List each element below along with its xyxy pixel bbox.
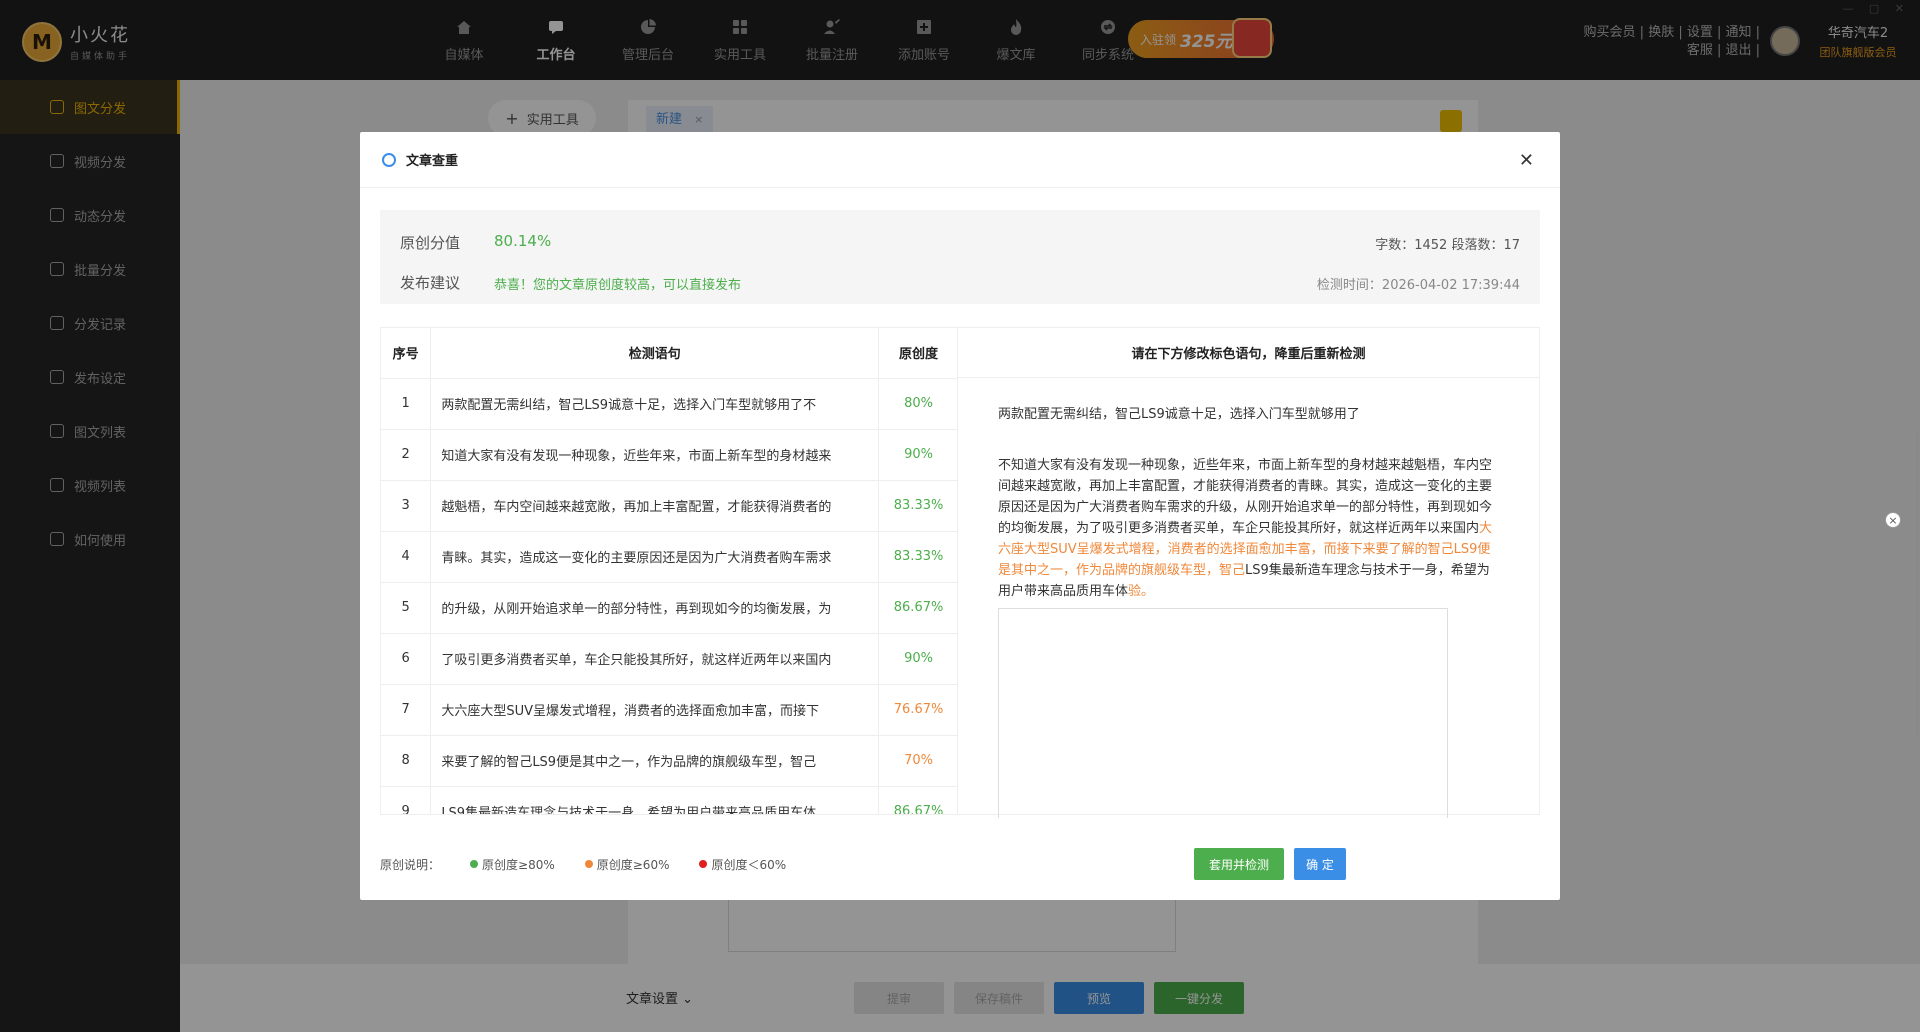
close-icon[interactable]: ✕ [1519, 150, 1534, 171]
check-time: 检测时间：2026-04-02 17:39:44 [1316, 278, 1520, 293]
row-originality: 86.67% [878, 786, 957, 814]
legend-item: 原创度≥80% [470, 856, 555, 873]
row-originality: 83.33% [878, 531, 957, 583]
legend-dot-icon [699, 860, 708, 868]
edit-panel-header: 请在下方修改标色语句，降重后重新检测 [958, 328, 1539, 378]
row-originality: 90% [878, 633, 957, 685]
row-originality: 70% [878, 735, 957, 787]
edit-text-normal: 不知道大家有没有发现一种现象，近些年来，市面上新车型的身材越来越魁梧，车内空间越… [998, 458, 1493, 536]
float-close-icon[interactable]: × [1885, 512, 1901, 528]
ok-button[interactable]: 确 定 [1294, 848, 1346, 880]
table-row[interactable]: 5 的升级，从刚开始追求单一的部分特性，再到现如今的均衡发展，为 86.67% [381, 582, 957, 634]
row-sentence: 青睐。其实，造成这一变化的主要原因还是因为广大消费者购车需求 [430, 531, 880, 583]
row-sentence: 越魁梧，车内空间越来越宽敞，再加上丰富配置，才能获得消费者的 [430, 480, 880, 532]
apply-check-button[interactable]: 套用并检测 [1194, 848, 1284, 880]
row-sentence: 的升级，从刚开始追求单一的部分特性，再到现如今的均衡发展，为 [430, 582, 880, 634]
row-sentence: 两款配置无需纠结，智己LS9诚意十足，选择入门车型就够用了不 [430, 378, 880, 430]
row-index: 2 [381, 429, 432, 481]
advice-text: 恭喜！您的文章原创度较高，可以直接发布 [494, 278, 742, 293]
row-sentence: 来要了解的智己LS9便是其中之一，作为品牌的旗舰级车型，智己 [430, 735, 880, 787]
table-row[interactable]: 9 LS9集最新造车理念与技术于一身，希望为用户带来高品质用车体 86.67% [381, 786, 957, 814]
row-sentence: 了吸引更多消费者买单，车企只能投其所好，就这样近两年以来国内 [430, 633, 880, 685]
table-row[interactable]: 6 了吸引更多消费者买单，车企只能投其所好，就这样近两年以来国内 90% [381, 633, 957, 685]
row-index: 7 [381, 684, 432, 736]
advice-label: 发布建议 [400, 274, 461, 292]
row-index: 9 [381, 786, 432, 814]
row-sentence: 大六座大型SUV呈爆发式增程，消费者的选择面愈加丰富，而接下 [430, 684, 880, 736]
table-row[interactable]: 4 青睐。其实，造成这一变化的主要原因还是因为广大消费者购车需求 83.33% [381, 531, 957, 583]
row-index: 3 [381, 480, 432, 532]
row-index: 6 [381, 633, 432, 685]
legend-item: 原创度≥60% [584, 856, 670, 873]
row-index: 8 [381, 735, 432, 787]
row-index: 5 [381, 582, 432, 634]
col-originality: 原创度 [878, 328, 957, 379]
legend-dot-icon [584, 860, 593, 868]
table-row[interactable]: 8 来要了解的智己LS9便是其中之一，作为品牌的旗舰级车型，智己 70% [381, 735, 957, 787]
word-count: 字数：1452 段落数：17 [1375, 238, 1520, 253]
edit-panel: 请在下方修改标色语句，降重后重新检测 两款配置无需纠结，智己LS9诚意十足，选择… [958, 327, 1540, 818]
row-index: 4 [381, 531, 432, 583]
table-row[interactable]: 2 知道大家有没有发现一种现象，近些年来，市面上新车型的身材越来 90% [381, 429, 957, 481]
duplicate-check-modal: 文章查重 ✕ 原创分值 80.14% 发布建议 恭喜！您的文章原创度较高，可以直… [360, 132, 1560, 900]
score-label: 原创分值 [400, 234, 461, 252]
row-sentence: 知道大家有没有发现一种现象，近些年来，市面上新车型的身材越来 [430, 429, 880, 481]
score-value: 80.14% [494, 232, 552, 250]
edit-paragraph-1[interactable]: 两款配置无需纠结，智己LS9诚意十足，选择入门车型就够用了 [998, 404, 1499, 425]
legend-label-text: 原创度≥60% [596, 857, 670, 872]
col-index: 序号 [381, 328, 432, 379]
edit-text[interactable]: 两款配置无需纠结，智己LS9诚意十足，选择入门车型就够用了 不知道大家有没有发现… [958, 378, 1539, 602]
row-sentence: LS9集最新造车理念与技术于一身，希望为用户带来高品质用车体 [430, 786, 880, 814]
scrollbar[interactable] [1916, 434, 1918, 734]
search-icon [382, 152, 396, 167]
modal-header: 文章查重 ✕ [360, 132, 1560, 188]
table-row[interactable]: 1 两款配置无需纠结，智己LS9诚意十足，选择入门车型就够用了不 80% [381, 378, 957, 430]
legend-label-text: 原创度＜60% [711, 857, 787, 872]
row-originality: 86.67% [878, 582, 957, 634]
row-originality: 90% [878, 429, 957, 481]
edit-input-box[interactable] [998, 608, 1448, 818]
edit-text-highlight-2: 验。 [1128, 584, 1155, 599]
edit-paragraph-2[interactable]: 不知道大家有没有发现一种现象，近些年来，市面上新车型的身材越来越魁梧，车内空间越… [998, 455, 1499, 602]
table-row[interactable]: 7 大六座大型SUV呈爆发式增程，消费者的选择面愈加丰富，而接下 76.67% [381, 684, 957, 736]
result-table: 序号 检测语句 原创度 1 两款配置无需纠结，智己LS9诚意十足，选择入门车型就够… [381, 328, 957, 814]
legend-label-text: 原创度≥80% [482, 857, 555, 872]
modal-title: 文章查重 [406, 154, 459, 169]
row-originality: 76.67% [878, 684, 957, 736]
row-originality: 80% [878, 378, 957, 430]
modal-footer: 原创说明： 原创度≥80% 原创度≥60% 原创度＜60% 套用并检测 确 定 [380, 848, 1540, 880]
legend-item: 原创度＜60% [699, 856, 786, 873]
check-summary: 原创分值 80.14% 发布建议 恭喜！您的文章原创度较高，可以直接发布 字数：… [380, 210, 1540, 304]
result-table-wrap[interactable]: 序号 检测语句 原创度 1 两款配置无需纠结，智己LS9诚意十足，选择入门车型就够… [380, 327, 958, 815]
row-index: 1 [381, 378, 432, 430]
legend-dot-icon [470, 860, 479, 868]
col-sentence: 检测语句 [430, 328, 880, 379]
legend-label: 原创说明： [380, 857, 441, 872]
table-row[interactable]: 3 越魁梧，车内空间越来越宽敞，再加上丰富配置，才能获得消费者的 83.33% [381, 480, 957, 532]
row-originality: 83.33% [878, 480, 957, 532]
